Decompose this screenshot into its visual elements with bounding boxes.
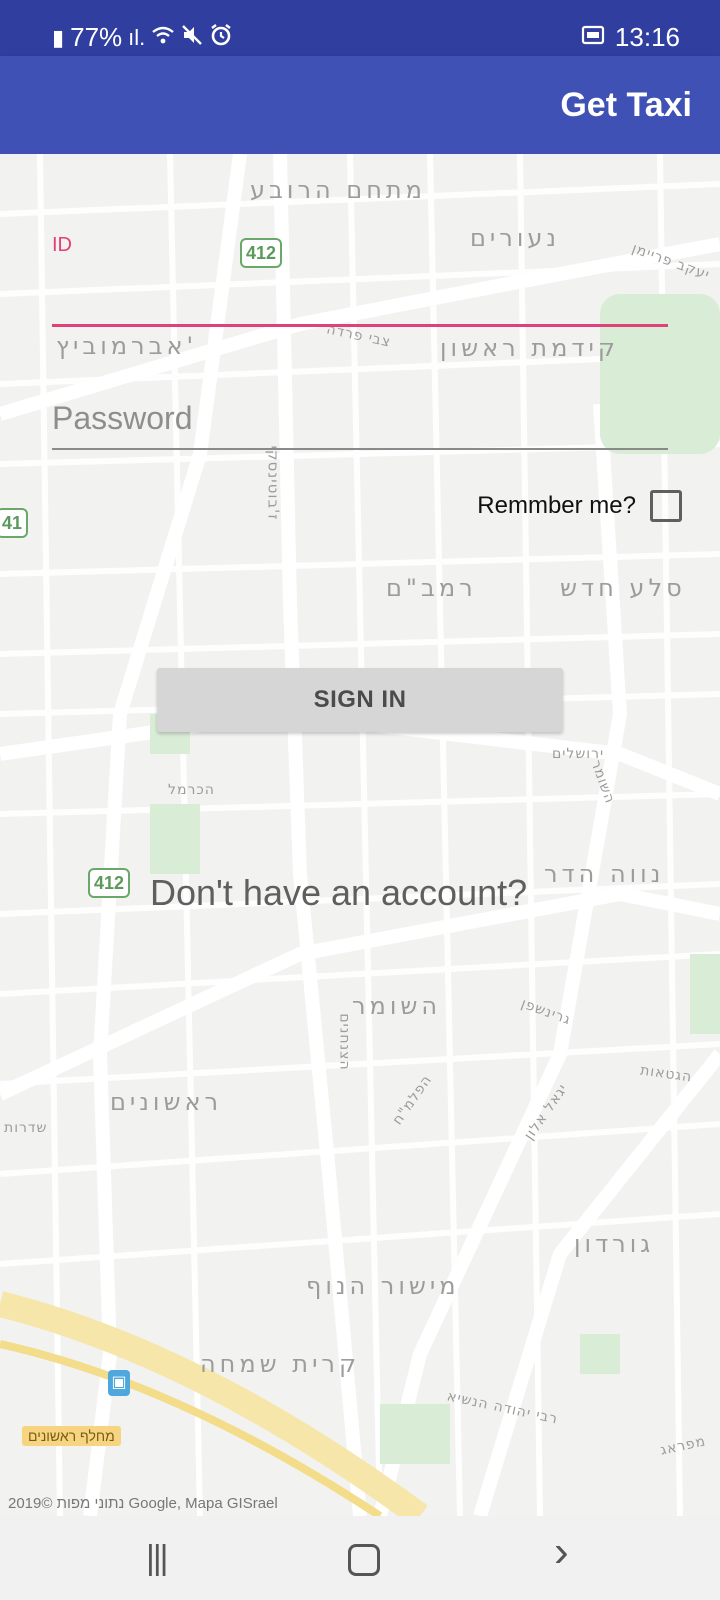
map-label-avramovich: אברמוביץ' bbox=[56, 332, 198, 360]
route-badge-412-top: 412 bbox=[240, 238, 283, 268]
map-label-kidmat-rishon: קידמת ראשון bbox=[440, 334, 619, 362]
remember-me-checkbox[interactable] bbox=[650, 490, 682, 522]
map-label-kiryat-simcha: קרית שמחה bbox=[200, 1350, 361, 1378]
map-label-mishor-hanof: מישור הנוף bbox=[306, 1272, 460, 1300]
status-left: ▮ 77% ıl. bbox=[52, 22, 233, 53]
map-label-navve-hadar: נווה הדר bbox=[544, 860, 665, 888]
status-bar: ▮ 77% ıl. 13:16 bbox=[0, 0, 720, 56]
sign-in-button[interactable]: SIGN IN bbox=[157, 668, 563, 732]
map-label-gordon: גורדון bbox=[574, 1230, 655, 1258]
map-label-interchange: מחלף ראשונים bbox=[22, 1426, 121, 1446]
map-label-harishonim-st: שדרות bbox=[4, 1120, 48, 1136]
alarm-icon bbox=[209, 23, 233, 53]
map-label-hatzanhanim: הצנחנים bbox=[336, 1013, 353, 1071]
home-icon[interactable] bbox=[348, 1544, 380, 1576]
status-right: 13:16 bbox=[581, 22, 680, 53]
map-label-matcham-harova: מתחם הרובע bbox=[250, 176, 426, 204]
mute-icon bbox=[181, 24, 203, 52]
signal-icon: ıl. bbox=[128, 24, 146, 50]
map-label-rambam: רמב"ם bbox=[386, 574, 477, 602]
map-background[interactable]: מתחם הרובע נעורים יעקב פריימן צבי פרדה א… bbox=[0, 154, 720, 1516]
battery-percent: 77% bbox=[70, 22, 123, 52]
map-label-jabotinsky: ז'בוטינסקי bbox=[264, 445, 283, 521]
id-input[interactable] bbox=[52, 270, 668, 327]
back-icon[interactable]: › bbox=[554, 1530, 569, 1574]
map-label-sela-hadash: סלע חדש bbox=[560, 574, 686, 602]
app-title: Get Taxi bbox=[560, 86, 692, 124]
signup-link[interactable]: Don't have an account? bbox=[150, 872, 527, 914]
clock: 13:16 bbox=[614, 22, 680, 52]
map-label-rishonim: ראשונים bbox=[110, 1088, 223, 1116]
map-label-hacarmel: הכרמל bbox=[168, 782, 215, 798]
map-attribution: 2019© נתוני מפות Google, Mapa GISrael bbox=[8, 1495, 278, 1512]
password-input[interactable] bbox=[52, 388, 668, 450]
map-label-hashomer: השומר bbox=[352, 992, 442, 1020]
battery-icon: ▮ bbox=[52, 24, 65, 50]
remember-me-row[interactable]: Remmber me? bbox=[477, 490, 682, 522]
app-bar: Get Taxi bbox=[0, 56, 720, 154]
navigation-bar: ||| › bbox=[0, 1516, 720, 1600]
map-label-neurim: נעורים bbox=[470, 224, 561, 252]
route-badge-412-mid: 412 bbox=[88, 868, 131, 898]
screen-record-icon bbox=[581, 25, 605, 51]
route-badge-41: 41 bbox=[0, 508, 29, 538]
recent-apps-icon[interactable]: ||| bbox=[146, 1540, 168, 1576]
wifi-icon bbox=[151, 25, 175, 51]
train-station-icon: ▣ bbox=[108, 1370, 130, 1396]
id-field-label: ID bbox=[52, 234, 72, 256]
remember-me-label: Remmber me? bbox=[477, 492, 636, 519]
